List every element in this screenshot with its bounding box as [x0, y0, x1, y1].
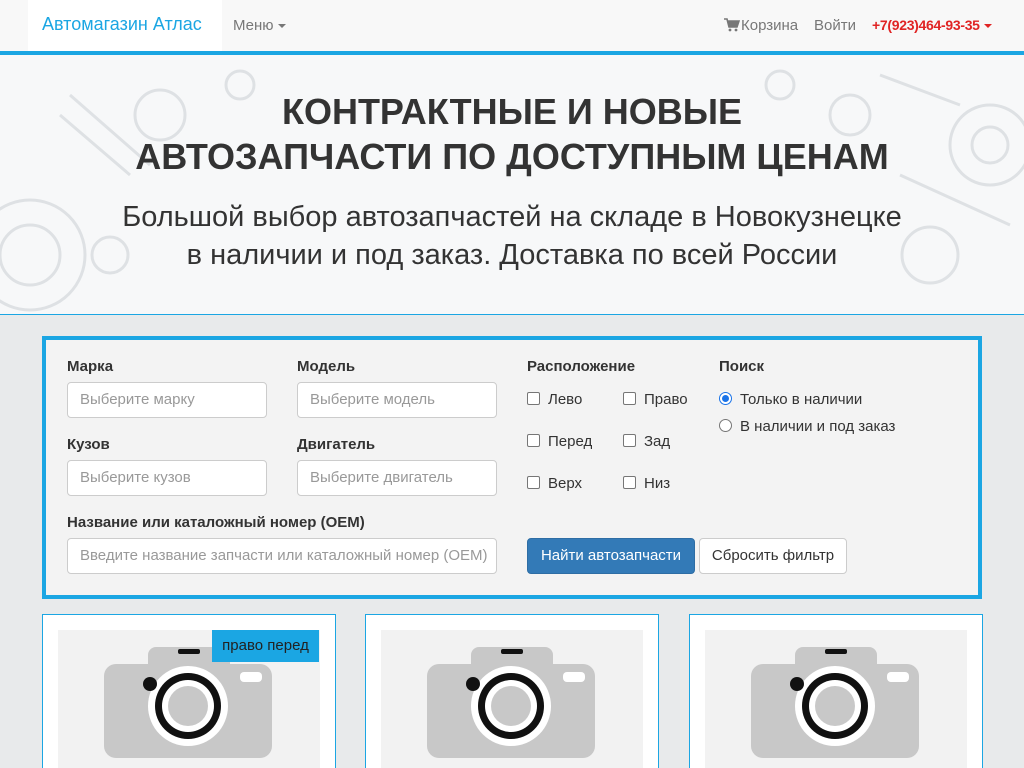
product-card[interactable] [365, 614, 659, 768]
make-label: Марка [67, 358, 114, 375]
menu-label: Меню [233, 17, 274, 34]
checkbox[interactable] [623, 392, 636, 405]
find-parts-button[interactable]: Найти автозапчасти [527, 538, 695, 574]
checkbox[interactable] [623, 476, 636, 489]
location-label: Расположение [527, 358, 636, 375]
location-checkbox-right[interactable]: Право [623, 391, 688, 408]
hero-title: КОНТРАКТНЫЕ И НОВЫЕ АВТОЗАПЧАСТИ ПО ДОСТ… [0, 89, 1024, 179]
cart-link[interactable]: Корзина [724, 17, 798, 34]
oem-search-input[interactable]: Введите название запчасти или каталожный… [67, 538, 497, 574]
hero-subtitle-line-1: Большой выбор автозапчастей на складе в … [122, 201, 902, 233]
cart-label: Корзина [741, 17, 799, 34]
search-mode-label: Поиск [719, 358, 765, 375]
product-image-placeholder[interactable] [381, 630, 643, 768]
phone-number: +7(923)464-93-35 [872, 17, 980, 33]
hero-title-line-1: КОНТРАКТНЫЕ И НОВЫЕ [281, 91, 743, 132]
hero-subtitle: Большой выбор автозапчастей на складе в … [0, 198, 1024, 274]
product-card[interactable] [689, 614, 983, 768]
model-select[interactable]: Выберите модель [297, 382, 497, 418]
location-checkbox-rear[interactable]: Зад [623, 433, 670, 450]
engine-label: Двигатель [297, 436, 376, 453]
checkbox[interactable] [527, 476, 540, 489]
camera-icon [751, 647, 919, 758]
checkbox[interactable] [623, 434, 636, 447]
checkbox-label: Перед [548, 433, 593, 450]
checkbox-label: Право [644, 391, 688, 408]
location-checkbox-front[interactable]: Перед [527, 433, 592, 450]
hero-subtitle-line-2: в наличии и под заказ. Доставка по всей … [186, 239, 838, 271]
make-select[interactable]: Выберите марку [67, 382, 267, 418]
brand-link[interactable]: Автомагазин Атлас [42, 14, 202, 35]
checkbox-label: Зад [644, 433, 671, 450]
location-checkbox-bottom[interactable]: Низ [623, 475, 670, 492]
checkbox-label: Верх [548, 475, 583, 492]
body-select[interactable]: Выберите кузов [67, 460, 267, 496]
caret-down-icon [277, 24, 286, 29]
checkbox-label: Низ [644, 475, 671, 492]
model-label: Модель [297, 358, 356, 375]
shopping-cart-icon [724, 18, 741, 32]
checkbox-label: Лево [548, 391, 583, 408]
engine-select[interactable]: Выберите двигатель [297, 460, 497, 496]
radio-label: Только в наличии [740, 391, 863, 408]
reset-filter-button[interactable]: Сбросить фильтр [699, 538, 847, 574]
location-checkbox-top[interactable]: Верх [527, 475, 582, 492]
search-radio-in-stock[interactable]: Только в наличии [719, 391, 862, 408]
body-label: Кузов [67, 436, 110, 453]
location-badge: право перед [212, 630, 319, 662]
login-link[interactable]: Войти [814, 17, 856, 34]
camera-icon [427, 647, 595, 758]
top-navbar: Автомагазин Атлас Меню Корзина Войти +7(… [0, 0, 1024, 55]
checkbox[interactable] [527, 434, 540, 447]
caret-down-icon [983, 24, 992, 29]
checkbox[interactable] [527, 392, 540, 405]
radio-label: В наличии и под заказ [740, 418, 896, 435]
oem-label: Название или каталожный номер (OEM) [67, 514, 365, 531]
product-image-placeholder[interactable] [705, 630, 967, 768]
hero-title-line-2: АВТОЗАПЧАСТИ ПО ДОСТУПНЫМ ЦЕНАМ [135, 136, 889, 177]
search-radio-in-stock-and-order[interactable]: В наличии и под заказ [719, 418, 895, 435]
radio[interactable] [719, 419, 732, 432]
location-checkbox-left[interactable]: Лево [527, 391, 582, 408]
menu-dropdown[interactable]: Меню [233, 17, 286, 34]
hero-banner: КОНТРАКТНЫЕ И НОВЫЕ АВТОЗАПЧАСТИ ПО ДОСТ… [0, 55, 1024, 315]
radio-selected[interactable] [719, 392, 732, 405]
phone-dropdown[interactable]: +7(923)464-93-35 [872, 17, 992, 33]
